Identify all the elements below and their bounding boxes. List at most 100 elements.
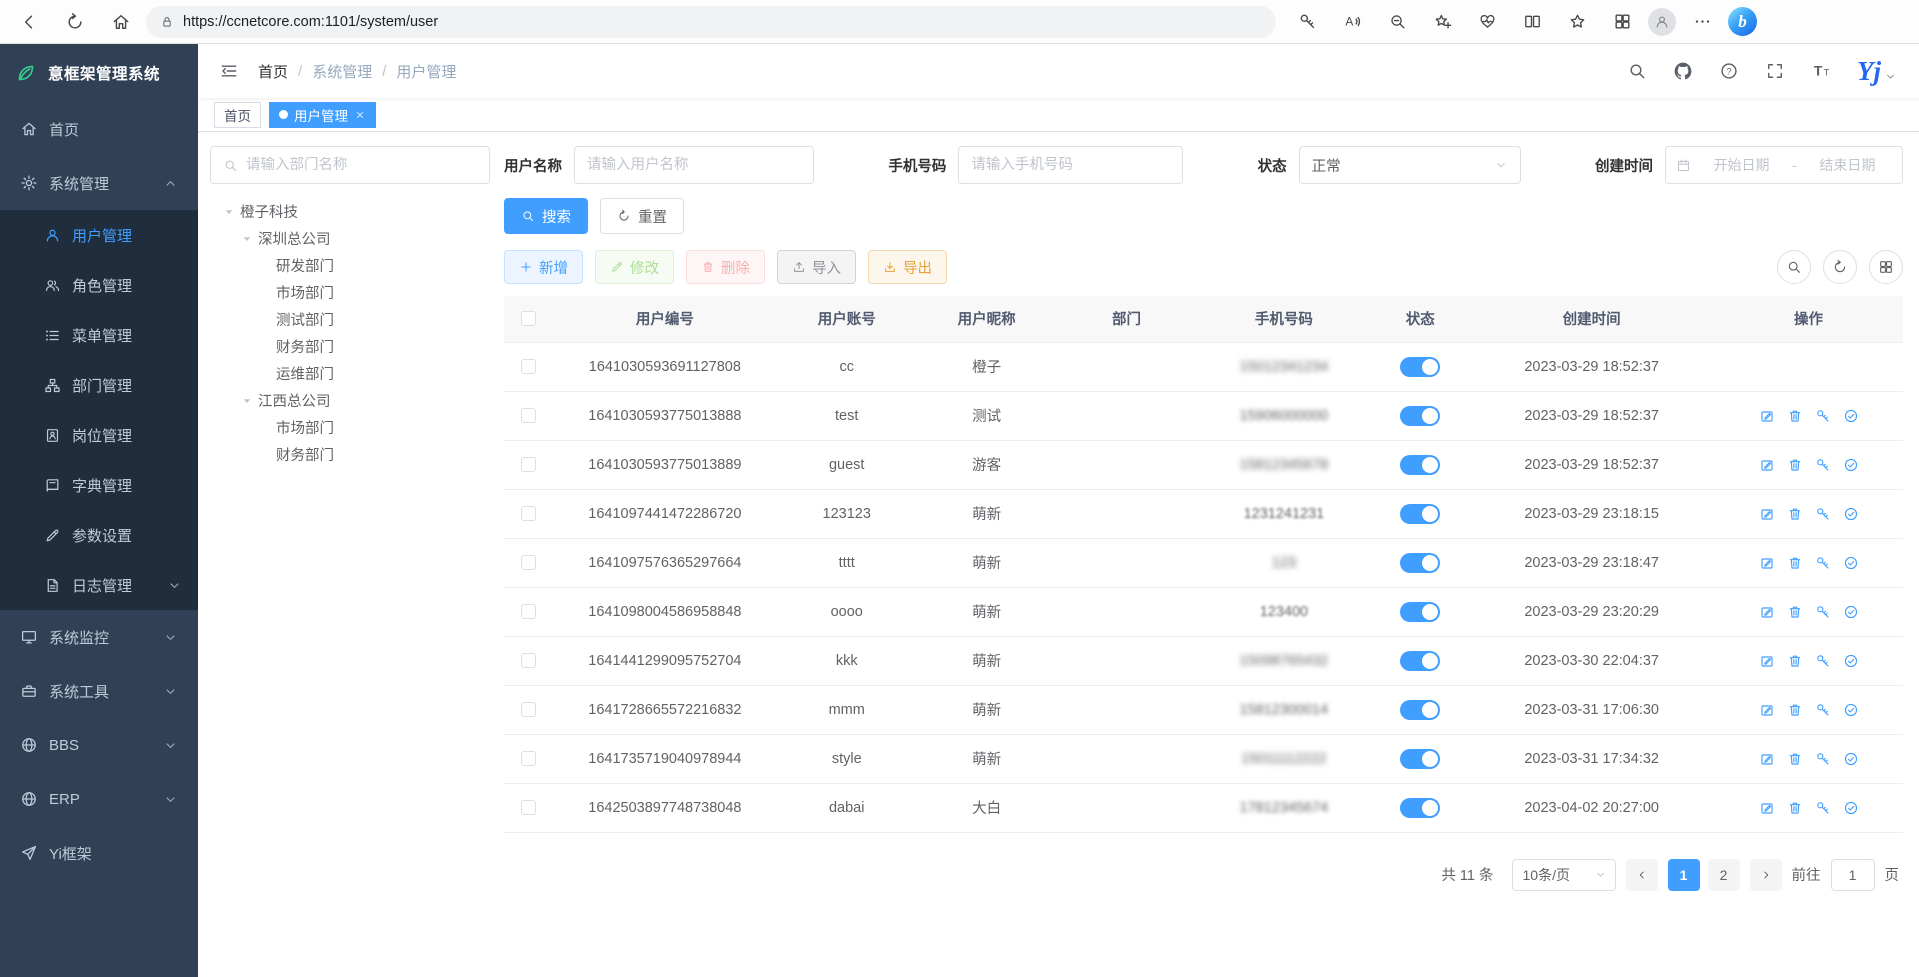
row-delete-button[interactable] bbox=[1787, 408, 1803, 424]
favorites-add-button[interactable] bbox=[1423, 5, 1461, 39]
delete-button[interactable]: 删除 bbox=[686, 250, 765, 284]
url-bar[interactable]: https://ccnetcore.com:1101/system/user bbox=[146, 6, 1276, 38]
row-checkbox[interactable] bbox=[521, 506, 536, 521]
sidebar-item-tools[interactable]: 系统工具 bbox=[0, 664, 198, 718]
collections-button[interactable] bbox=[1603, 5, 1641, 39]
tag-home[interactable]: 首页 bbox=[214, 102, 261, 128]
sidebar-item-logs[interactable]: 日志管理 bbox=[0, 560, 198, 610]
tree-node[interactable]: 运维部门 bbox=[210, 360, 490, 387]
edit-button[interactable]: 修改 bbox=[595, 250, 674, 284]
sidebar-item-depts[interactable]: 部门管理 bbox=[0, 360, 198, 410]
status-toggle[interactable] bbox=[1400, 700, 1440, 720]
breadcrumb-item[interactable]: 首页 bbox=[258, 61, 288, 82]
row-edit-button[interactable] bbox=[1759, 604, 1775, 620]
tree-node[interactable]: 研发部门 bbox=[210, 252, 490, 279]
page-button-2[interactable]: 2 bbox=[1708, 859, 1740, 891]
row-delete-button[interactable] bbox=[1787, 800, 1803, 816]
sidebar-item-menus[interactable]: 菜单管理 bbox=[0, 310, 198, 360]
tag-users[interactable]: 用户管理 bbox=[269, 102, 376, 128]
sidebar-toggle-button[interactable] bbox=[210, 52, 248, 90]
row-checkbox[interactable] bbox=[521, 653, 536, 668]
status-toggle[interactable] bbox=[1400, 357, 1440, 377]
row-delete-button[interactable] bbox=[1787, 702, 1803, 718]
row-edit-button[interactable] bbox=[1759, 506, 1775, 522]
row-edit-button[interactable] bbox=[1759, 408, 1775, 424]
export-button[interactable]: 导出 bbox=[868, 250, 947, 284]
sidebar-item-bbs[interactable]: BBS bbox=[0, 718, 198, 772]
status-select[interactable]: 正常 bbox=[1299, 146, 1521, 184]
passwords-button[interactable] bbox=[1288, 5, 1326, 39]
row-delete-button[interactable] bbox=[1787, 555, 1803, 571]
tree-node[interactable]: 橙子科技 bbox=[210, 198, 490, 225]
row-assign-role-button[interactable] bbox=[1843, 653, 1859, 669]
refresh-button[interactable] bbox=[56, 5, 94, 39]
home-button[interactable] bbox=[102, 5, 140, 39]
row-checkbox[interactable] bbox=[521, 359, 536, 374]
dept-search-input[interactable] bbox=[246, 157, 477, 173]
row-checkbox[interactable] bbox=[521, 800, 536, 815]
toggle-search-button[interactable] bbox=[1777, 250, 1811, 284]
row-edit-button[interactable] bbox=[1759, 457, 1775, 473]
row-assign-role-button[interactable] bbox=[1843, 408, 1859, 424]
tag-close-button[interactable] bbox=[354, 109, 366, 121]
font-size-button[interactable]: TT bbox=[1811, 61, 1831, 81]
header-search-button[interactable] bbox=[1627, 61, 1647, 81]
prev-page-button[interactable] bbox=[1626, 859, 1658, 891]
profile-avatar[interactable] bbox=[1648, 8, 1676, 36]
row-checkbox[interactable] bbox=[521, 702, 536, 717]
reset-button[interactable]: 重置 bbox=[600, 198, 684, 234]
breadcrumb-item[interactable]: 用户管理 bbox=[396, 61, 456, 82]
row-reset-password-button[interactable] bbox=[1815, 653, 1831, 669]
refresh-table-button[interactable] bbox=[1823, 250, 1857, 284]
row-checkbox[interactable] bbox=[521, 457, 536, 472]
tree-node[interactable]: 市场部门 bbox=[210, 279, 490, 306]
sidebar-item-posts[interactable]: 岗位管理 bbox=[0, 410, 198, 460]
row-reset-password-button[interactable] bbox=[1815, 751, 1831, 767]
breadcrumb-item[interactable]: 系统管理 bbox=[312, 61, 372, 82]
import-button[interactable]: 导入 bbox=[777, 250, 856, 284]
row-reset-password-button[interactable] bbox=[1815, 702, 1831, 718]
row-assign-role-button[interactable] bbox=[1843, 751, 1859, 767]
sidebar-item-system[interactable]: 系统管理 bbox=[0, 156, 198, 210]
arrow-left-button[interactable] bbox=[10, 5, 48, 39]
row-assign-role-button[interactable] bbox=[1843, 800, 1859, 816]
github-button[interactable] bbox=[1673, 61, 1693, 81]
search-button[interactable]: 搜索 bbox=[504, 198, 588, 234]
row-delete-button[interactable] bbox=[1787, 604, 1803, 620]
copilot-button[interactable]: b bbox=[1728, 7, 1757, 36]
column-settings-button[interactable] bbox=[1869, 250, 1903, 284]
username-input[interactable] bbox=[574, 146, 814, 184]
row-reset-password-button[interactable] bbox=[1815, 457, 1831, 473]
tree-node[interactable]: 市场部门 bbox=[210, 414, 490, 441]
goto-page-input[interactable] bbox=[1831, 859, 1875, 891]
status-toggle[interactable] bbox=[1400, 455, 1440, 475]
sidebar-item-roles[interactable]: 角色管理 bbox=[0, 260, 198, 310]
split-screen-button[interactable] bbox=[1513, 5, 1551, 39]
sidebar-item-erp[interactable]: ERP bbox=[0, 772, 198, 826]
row-edit-button[interactable] bbox=[1759, 702, 1775, 718]
tree-node[interactable]: 测试部门 bbox=[210, 306, 490, 333]
sidebar-item-home[interactable]: 首页 bbox=[0, 102, 198, 156]
row-checkbox[interactable] bbox=[521, 751, 536, 766]
page-button-1[interactable]: 1 bbox=[1668, 859, 1700, 891]
sidebar-item-dicts[interactable]: 字典管理 bbox=[0, 460, 198, 510]
row-delete-button[interactable] bbox=[1787, 457, 1803, 473]
row-checkbox[interactable] bbox=[521, 408, 536, 423]
row-reset-password-button[interactable] bbox=[1815, 506, 1831, 522]
add-button[interactable]: 新增 bbox=[504, 250, 583, 284]
row-reset-password-button[interactable] bbox=[1815, 604, 1831, 620]
tree-node[interactable]: 深圳总公司 bbox=[210, 225, 490, 252]
help-button[interactable]: ? bbox=[1719, 61, 1739, 81]
tree-node[interactable]: 江西总公司 bbox=[210, 387, 490, 414]
date-range-picker[interactable]: 开始日期 - 结束日期 bbox=[1665, 146, 1903, 184]
status-toggle[interactable] bbox=[1400, 651, 1440, 671]
phone-input[interactable] bbox=[958, 146, 1183, 184]
user-menu[interactable]: Yj bbox=[1857, 59, 1897, 83]
browser-essentials-button[interactable] bbox=[1468, 5, 1506, 39]
row-reset-password-button[interactable] bbox=[1815, 408, 1831, 424]
status-toggle[interactable] bbox=[1400, 798, 1440, 818]
tree-node[interactable]: 财务部门 bbox=[210, 441, 490, 468]
select-all-checkbox[interactable] bbox=[521, 311, 536, 326]
status-toggle[interactable] bbox=[1400, 406, 1440, 426]
sidebar-item-monitor[interactable]: 系统监控 bbox=[0, 610, 198, 664]
